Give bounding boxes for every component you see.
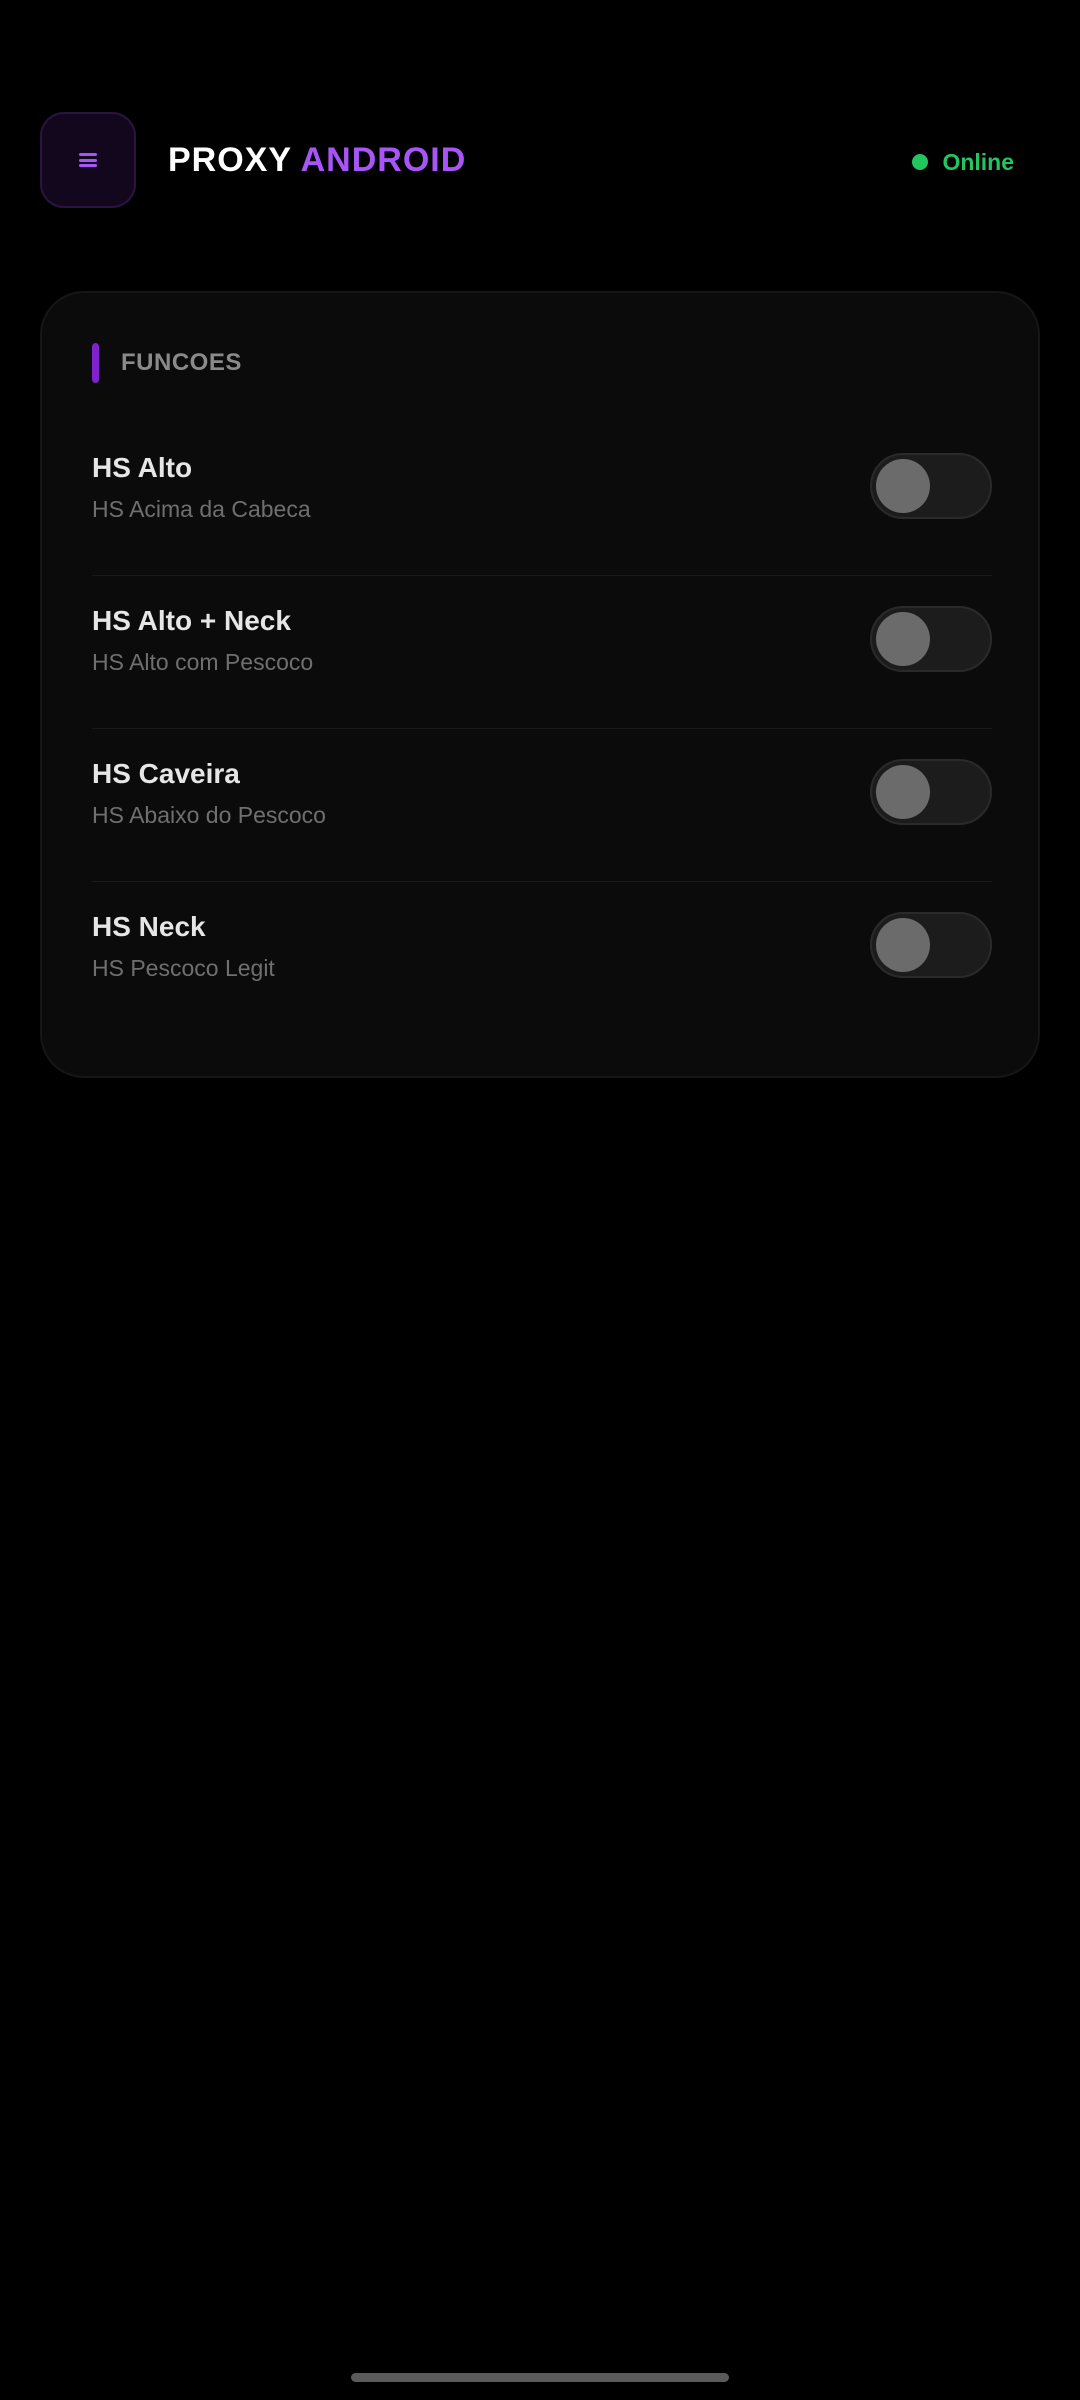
- app-title-first: PROXY: [168, 141, 292, 179]
- menu-button[interactable]: [40, 112, 136, 208]
- status-dot-icon: [912, 154, 929, 170]
- feature-row-hs-alto: HS Alto HS Acima da Cabeca: [92, 423, 992, 576]
- toggle-hs-neck[interactable]: [870, 912, 992, 978]
- feature-name: HS Alto + Neck: [92, 605, 291, 636]
- section-header: FUNCOES: [92, 343, 242, 383]
- feature-name: HS Caveira: [92, 758, 240, 789]
- features-card: FUNCOES HS Alto HS Acima da Cabeca HS Al…: [40, 291, 1040, 1078]
- status-indicator: Online: [912, 148, 1014, 176]
- feature-description: HS Acima da Cabeca: [92, 496, 311, 522]
- toggle-hs-alto[interactable]: [870, 453, 992, 519]
- feature-description: HS Alto com Pescoco: [92, 649, 314, 675]
- feature-description: HS Abaixo do Pescoco: [92, 802, 326, 828]
- section-accent-bar: [92, 343, 99, 383]
- toggle-hs-caveira[interactable]: [870, 759, 992, 825]
- toggle-knob: [876, 459, 930, 513]
- home-indicator-bar[interactable]: [351, 2373, 729, 2382]
- feature-name: HS Neck: [92, 911, 206, 942]
- app-header: PROXY ANDROID Online: [40, 112, 1040, 212]
- section-title: FUNCOES: [121, 349, 242, 376]
- app-title: PROXY ANDROID: [168, 140, 466, 180]
- feature-row-hs-caveira: HS Caveira HS Abaixo do Pescoco: [92, 729, 992, 882]
- toggle-knob: [876, 765, 930, 819]
- toggle-knob: [876, 612, 930, 666]
- feature-name: HS Alto: [92, 452, 193, 483]
- hamburger-menu-icon: [79, 153, 97, 167]
- feature-list: HS Alto HS Acima da Cabeca HS Alto + Nec…: [92, 423, 992, 1034]
- toggle-knob: [876, 918, 930, 972]
- feature-description: HS Pescoco Legit: [92, 955, 275, 981]
- feature-row-hs-alto-neck: HS Alto + Neck HS Alto com Pescoco: [92, 576, 992, 729]
- app-title-second: ANDROID: [300, 141, 467, 179]
- status-label: Online: [942, 149, 1014, 175]
- feature-row-hs-neck: HS Neck HS Pescoco Legit: [92, 882, 992, 1034]
- toggle-hs-alto-neck[interactable]: [870, 606, 992, 672]
